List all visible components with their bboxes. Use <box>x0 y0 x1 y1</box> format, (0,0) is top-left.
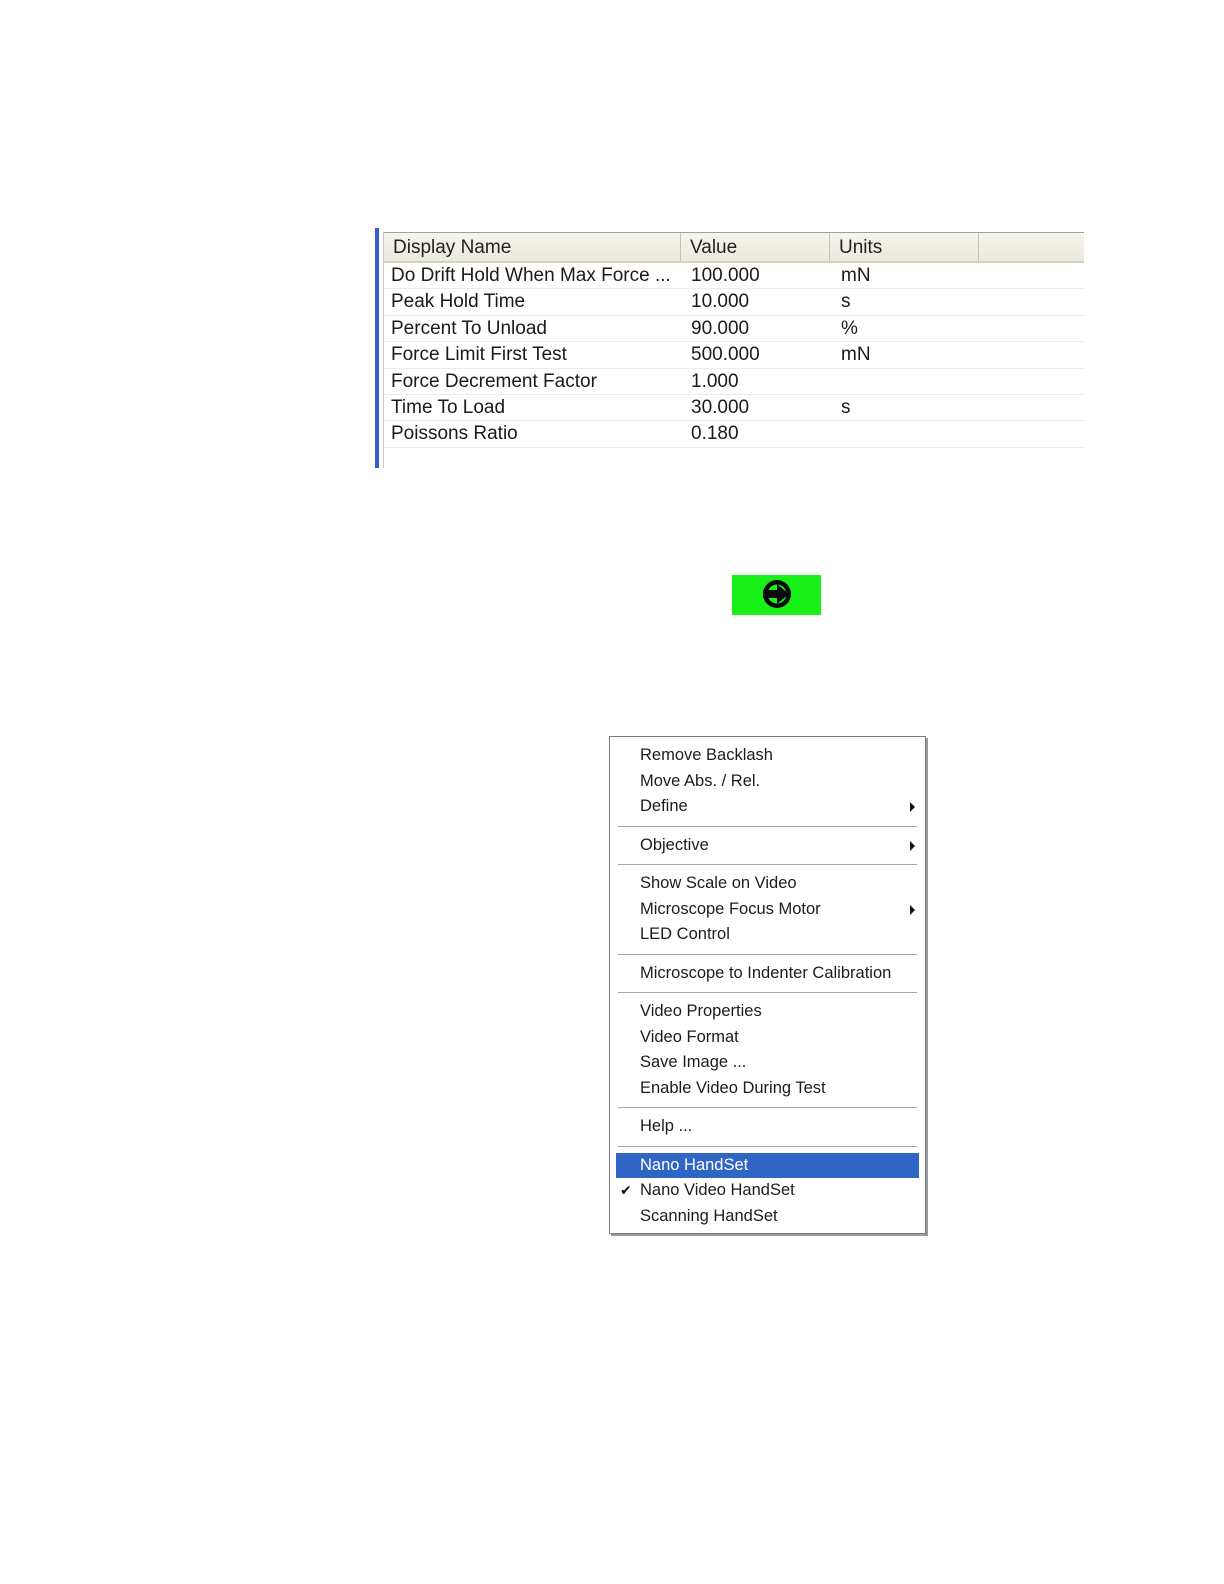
menu-item-save-image[interactable]: Save Image ... <box>616 1050 919 1076</box>
table-row[interactable]: Poissons Ratio 0.180 <box>384 421 1084 448</box>
display-name-cell: Poissons Ratio <box>391 423 518 445</box>
units-cell <box>831 369 981 394</box>
value-cell: 1.000 <box>691 370 739 392</box>
menu-item-objective[interactable]: Objective <box>616 833 919 859</box>
menu-item-label: Help ... <box>640 1117 693 1135</box>
units-cell: % <box>841 317 858 339</box>
empty-cell <box>981 395 1084 420</box>
parameter-grid: Display Name Value Units Do Drift Hold W… <box>375 228 1084 468</box>
submenu-arrow-icon <box>910 904 915 915</box>
menu-item-remove-backlash[interactable]: Remove Backlash <box>616 743 919 769</box>
menu-item-define[interactable]: Define <box>616 794 919 820</box>
menu-item-label: Scanning HandSet <box>640 1206 778 1225</box>
units-cell: s <box>841 396 851 418</box>
menu-separator <box>616 1140 919 1153</box>
display-name-cell: Force Decrement Factor <box>391 370 597 392</box>
menu-item-video-format[interactable]: Video Format <box>616 1025 919 1051</box>
checkmark-icon: ✔ <box>620 1182 632 1198</box>
submenu-arrow-icon <box>910 840 915 851</box>
display-name-cell: Force Limit First Test <box>391 344 567 366</box>
display-name-cell: Time To Load <box>391 396 506 418</box>
context-menu: Remove Backlash Move Abs. / Rel. Define Obj… <box>609 736 926 1234</box>
submenu-arrow-icon <box>910 802 915 812</box>
grid-rows: Do Drift Hold When Max Force ... 100.000 m… <box>384 263 1084 448</box>
column-header-empty[interactable] <box>979 233 1084 261</box>
menu-item-scanning-handset[interactable]: Scanning HandSet <box>616 1204 919 1230</box>
menu-item-microscope-to-indenter-calibration[interactable]: Microscope to Indenter Calibration <box>616 961 919 987</box>
column-header-units[interactable]: Units <box>830 233 979 261</box>
menu-item-label: Save Image ... <box>640 1053 747 1071</box>
menu-item-label: Nano Video HandSet <box>640 1181 795 1199</box>
menu-item-label: Video Format <box>640 1027 739 1046</box>
display-name-cell: Peak Hold Time <box>391 291 526 313</box>
menu-item-label: Video Properties <box>640 1002 762 1020</box>
units-cell: mN <box>841 344 871 366</box>
value-cell: 100.000 <box>691 265 760 286</box>
menu-item-label: Objective <box>640 835 709 854</box>
context-menu-items: Remove Backlash Move Abs. / Rel. Define Obj… <box>616 743 919 1229</box>
menu-item-label: Microscope to Indenter Calibration <box>640 963 892 982</box>
value-cell: 10.000 <box>691 291 750 313</box>
menu-item-enable-video-during-test[interactable]: Enable Video During Test <box>616 1076 919 1102</box>
menu-item-label: Enable Video During Test <box>640 1078 826 1097</box>
menu-item-move-abs-rel[interactable]: Move Abs. / Rel. <box>616 769 919 795</box>
empty-cell <box>981 289 1084 314</box>
menu-item-nano-video-handset[interactable]: ✔ Nano Video HandSet <box>616 1178 919 1204</box>
table-row[interactable]: Percent To Unload 90.000% <box>384 316 1084 343</box>
menu-item-microscope-focus-motor[interactable]: Microscope Focus Motor <box>616 897 919 923</box>
grid-header: Display Name Value Units <box>384 233 1084 263</box>
value-cell: 500.000 <box>691 344 760 366</box>
arrow-right-circle-icon <box>759 575 795 616</box>
table-row[interactable]: Time To Load 30.000 s <box>384 395 1084 422</box>
menu-item-label: Nano HandSet <box>640 1155 749 1174</box>
table-row[interactable]: Do Drift Hold When Max Force ... 100.000 m… <box>384 263 1084 290</box>
menu-item-label: Define <box>640 797 688 815</box>
menu-separator <box>616 986 919 999</box>
menu-separator <box>616 948 919 961</box>
empty-cell <box>981 263 1084 288</box>
menu-item-label: Microscope Focus Motor <box>640 899 821 918</box>
menu-item-led-control[interactable]: LED Control <box>616 922 919 948</box>
units-cell: mN <box>841 265 871 286</box>
display-name-cell: Percent To Unload <box>391 317 547 339</box>
menu-item-label: Remove Backlash <box>640 746 773 764</box>
menu-item-nano-handset[interactable]: Nano HandSet <box>616 1152 919 1178</box>
menu-item-video-properties[interactable]: Video Properties <box>616 999 919 1025</box>
menu-separator <box>616 1101 919 1114</box>
display-name-cell: Do Drift Hold When Max Force ... <box>391 265 671 286</box>
menu-item-help[interactable]: Help ... <box>616 1114 919 1140</box>
menu-item-show-scale-on-video[interactable]: Show Scale on Video <box>616 871 919 897</box>
table-row[interactable]: Peak Hold Time 10.000 s <box>384 289 1084 316</box>
column-header-value[interactable]: Value <box>681 233 830 261</box>
units-cell <box>831 421 981 446</box>
menu-item-label: LED Control <box>640 925 730 943</box>
menu-item-label: Move Abs. / Rel. <box>640 771 761 790</box>
menu-separator <box>616 820 919 833</box>
table-row[interactable]: Force Limit First Test 500.000 mN <box>384 342 1084 369</box>
menu-separator <box>616 858 919 871</box>
units-cell: s <box>841 291 851 313</box>
go-button[interactable] <box>732 575 821 615</box>
empty-cell <box>981 421 1084 446</box>
table-row[interactable]: Force Decrement Factor 1.000 <box>384 369 1084 395</box>
value-cell: 90.000 <box>691 317 750 339</box>
value-cell: 30.000 <box>691 396 750 418</box>
empty-cell <box>981 342 1084 367</box>
parameter-grid-body: Display Name Value Units Do Drift Hold W… <box>383 232 1084 468</box>
column-header-display-name[interactable]: Display Name <box>384 233 681 261</box>
menu-item-label: Show Scale on Video <box>640 874 797 892</box>
value-cell: 0.180 <box>691 423 739 445</box>
empty-cell <box>981 369 1084 394</box>
empty-cell <box>981 316 1084 341</box>
